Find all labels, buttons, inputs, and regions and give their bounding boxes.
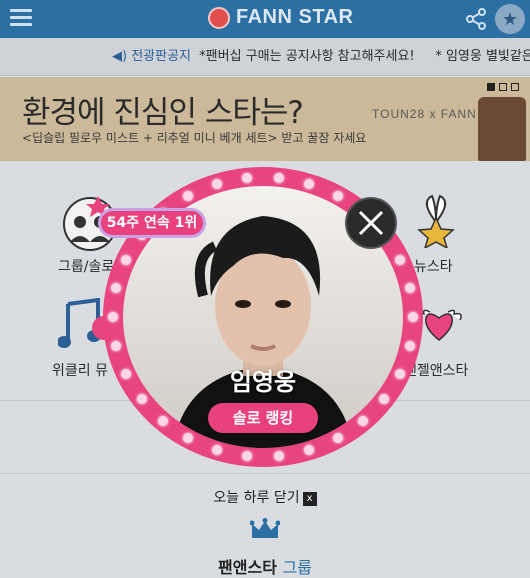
star-icon[interactable]: ★ [495,4,525,34]
notice-text-2: * 임영웅 별빛같은 [435,49,530,64]
light-bulb [273,451,284,462]
light-bulb [108,312,118,322]
newstar-icon[interactable] [410,192,462,248]
section-title: 팬앤스타 그룹 [0,554,530,578]
light-bulb [183,190,193,201]
pagination-dot[interactable] [511,83,519,91]
light-bulb [395,368,406,379]
pagination-dot[interactable] [499,83,507,91]
light-bulb [120,255,131,266]
banner-pagination[interactable] [487,83,519,91]
light-bulb [404,341,415,352]
notice-label: 전광판공지 [131,49,192,64]
section-title-main: 팬앤스타 [218,558,277,577]
light-bulb [136,394,147,405]
logo[interactable]: FANN STAR [208,6,353,29]
light-bulb [404,282,415,293]
crown-icon [250,518,280,538]
pagination-dot[interactable] [487,83,495,91]
light-bulb [211,178,222,189]
close-today-x-icon[interactable]: x [302,492,317,506]
banner-subtitle: <딥슬립 필로우 미스트 + 리추얼 미니 베개 세트> 받고 꿀잠 자세요 [22,131,367,145]
light-bulb [120,368,131,379]
close-today-label: 오늘 하루 닫기 [213,490,300,506]
product-image [478,97,526,161]
streak-badge: 54주 연속 1위 [98,208,206,238]
light-bulb [333,190,343,201]
promo-banner[interactable]: 환경에 진심인 스타는? <딥슬립 필로우 미스트 + 리추얼 미니 베개 세트… [0,77,530,161]
notice-bar[interactable]: ◀) 전광판공지 *팬버십 구매는 공지사항 참고해주세요! * 임영웅 별빛같… [0,38,530,76]
app-header: FANN STAR ★ [0,0,530,38]
menu-label-weekly[interactable]: 위클리 뮤 [52,360,108,380]
light-bulb [273,172,284,183]
close-today-button[interactable]: 오늘 하루 닫기 x [0,487,530,507]
solo-ranking-button[interactable]: 솔로 랭킹 [208,403,318,433]
divider [0,473,530,474]
menu-icon[interactable] [10,9,32,27]
notice-text: *팬버십 구매는 공지사항 참고해주세요! [199,49,415,64]
artist-name: 임영웅 [229,368,297,396]
logo-mark-icon [208,6,230,29]
banner-title: 환경에 진심인 스타는? [22,95,304,131]
section-title-accent[interactable]: 그룹 [283,558,312,577]
logo-text: FANN STAR [236,6,354,28]
share-icon[interactable] [464,7,488,31]
light-bulb [408,312,418,322]
menu-label-newstar[interactable]: 뉴스타 [414,256,453,276]
menu-label-group-solo[interactable]: 그룹/솔로 [58,256,114,276]
popup-close-button[interactable] [345,197,397,249]
light-bulb [157,416,168,427]
close-icon [358,210,384,236]
speaker-icon: ◀) [112,49,128,64]
light-bulb [211,445,222,456]
